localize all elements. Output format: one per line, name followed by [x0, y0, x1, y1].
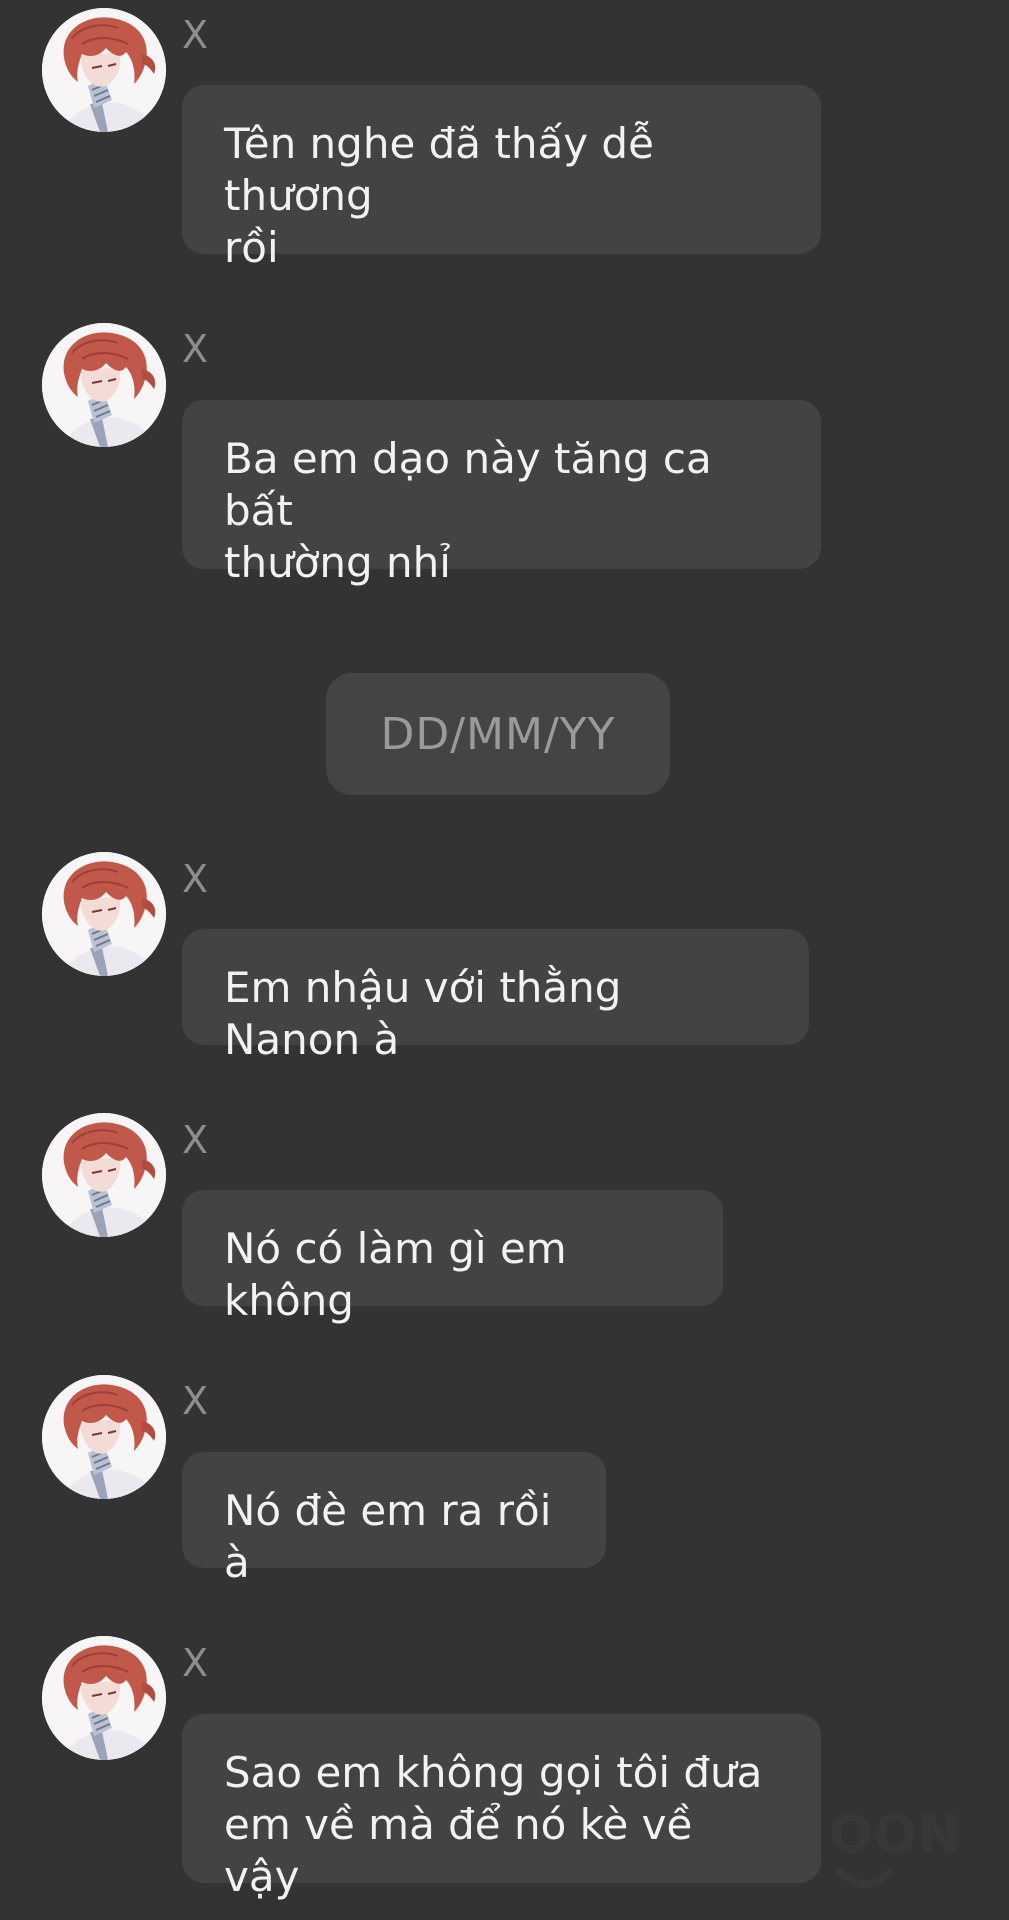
character-avatar-icon	[42, 323, 166, 447]
character-avatar-icon	[42, 852, 166, 976]
character-avatar-icon	[42, 1113, 166, 1237]
avatar[interactable]	[42, 1636, 166, 1760]
character-avatar-icon	[42, 8, 166, 132]
message-bubble[interactable]: Tên nghe đã thấy dễ thương rồi	[182, 85, 821, 272]
sender-name: X	[182, 1641, 209, 1685]
message-bubble[interactable]: Ba em dạo này tăng ca bất thường nhỉ	[182, 400, 821, 587]
avatar[interactable]	[42, 8, 166, 132]
sender-name: X	[182, 1379, 209, 1423]
character-avatar-icon	[42, 1636, 166, 1760]
sender-name: X	[182, 857, 209, 901]
site-watermark-logo: OON	[829, 1805, 961, 1888]
avatar[interactable]	[42, 1375, 166, 1499]
character-avatar-icon	[42, 1375, 166, 1499]
sender-name: X	[182, 327, 209, 371]
message-bubble[interactable]: Nó có làm gì em không	[182, 1190, 723, 1325]
sender-name: X	[182, 13, 209, 57]
avatar[interactable]	[42, 852, 166, 976]
date-separator: DD/MM/YY	[326, 673, 670, 795]
message-bubble[interactable]: Em nhậu với thằng Nanon à	[182, 929, 809, 1064]
message-bubble[interactable]: Nó đè em ra rồi à	[182, 1452, 606, 1587]
sender-name: X	[182, 1118, 209, 1162]
message-bubble[interactable]: Sao em không gọi tôi đưa em về mà để nó …	[182, 1714, 821, 1901]
watermark-text: OON	[829, 1805, 961, 1865]
avatar[interactable]	[42, 323, 166, 447]
avatar[interactable]	[42, 1113, 166, 1237]
